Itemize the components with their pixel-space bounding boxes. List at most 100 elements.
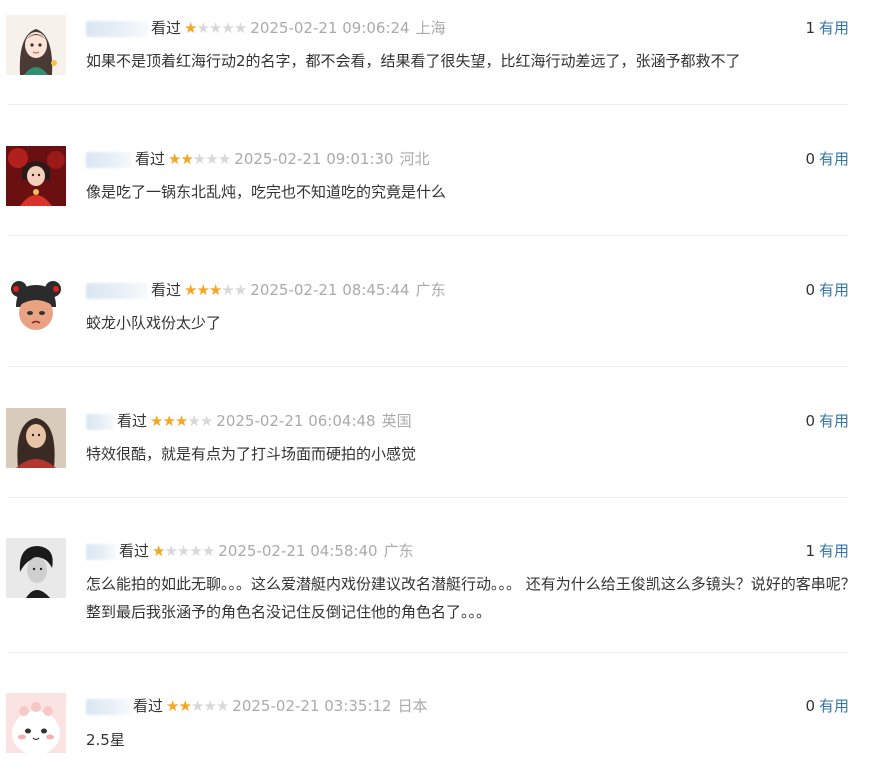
divider — [8, 104, 848, 105]
watched-status: 看过 — [135, 150, 166, 168]
star-empty-icon: ★ — [164, 542, 177, 560]
star-filled-icon: ★ — [152, 542, 165, 560]
useful-count: 1 — [805, 19, 815, 37]
avatar[interactable] — [6, 538, 66, 598]
star-empty-icon: ★ — [221, 281, 234, 299]
review-time: 2025-02-21 09:06:24 — [250, 19, 410, 37]
review-content: 如果不是顶着红海行动2的名字，都不会看，结果看了很失望，比红海行动差远了，张涵予… — [86, 52, 741, 70]
useful-button[interactable]: 有用 — [819, 412, 849, 430]
star-empty-icon: ★ — [217, 150, 231, 168]
star-empty-icon: ★ — [215, 697, 229, 715]
review-time: 2025-02-21 03:35:12 — [232, 697, 392, 715]
useful-button[interactable]: 有用 — [819, 19, 849, 37]
star-filled-icon: ★ — [184, 281, 197, 299]
review-location: 广东 — [383, 542, 414, 560]
star-empty-icon: ★ — [201, 542, 215, 560]
watched-status: 看过 — [133, 697, 164, 715]
watched-status: 看过 — [151, 19, 182, 37]
star-empty-icon: ★ — [190, 697, 204, 715]
star-filled-icon: ★ — [168, 150, 181, 168]
avatar-image — [6, 15, 66, 75]
avatar[interactable] — [6, 277, 66, 337]
review-location: 英国 — [381, 412, 412, 430]
star-filled-icon: ★ — [150, 412, 163, 430]
useful-vote: 0 有用 — [805, 694, 849, 718]
watched-status: 看过 — [117, 412, 148, 430]
useful-button[interactable]: 有用 — [819, 281, 849, 299]
username-blurred[interactable] — [86, 151, 132, 168]
useful-vote: 1 有用 — [805, 539, 849, 563]
review-time: 2025-02-21 08:45:44 — [250, 281, 410, 299]
avatar-image — [6, 538, 66, 598]
useful-count: 0 — [805, 281, 815, 299]
useful-count: 0 — [805, 697, 815, 715]
rating-stars: ★★★★★ — [184, 278, 247, 302]
review-content: 2.5星 — [86, 731, 125, 749]
rating-stars: ★★★★★ — [166, 694, 229, 718]
username-blurred[interactable] — [86, 20, 148, 37]
review-content: 像是吃了一锅东北乱炖，吃完也不知道吃的究竟是什么 — [86, 183, 447, 201]
avatar-image — [6, 146, 66, 206]
review-time: 2025-02-21 09:01:30 — [234, 150, 394, 168]
star-filled-icon: ★ — [184, 19, 197, 37]
review-meta: 看过 ★★★★★ 2025-02-21 09:01:30 河北 — [86, 147, 430, 171]
review-time: 2025-02-21 06:04:48 — [216, 412, 376, 430]
avatar-image — [6, 277, 66, 337]
rating-stars: ★★★★★ — [184, 16, 247, 40]
username-blurred[interactable] — [86, 282, 148, 299]
watched-status: 看过 — [151, 281, 182, 299]
review-meta: 看过 ★★★★★ 2025-02-21 03:35:12 日本 — [86, 694, 428, 718]
rating-stars: ★★★★★ — [152, 539, 215, 563]
username-blurred[interactable] — [86, 698, 130, 715]
star-empty-icon: ★ — [221, 19, 234, 37]
review-meta: 看过 ★★★★★ 2025-02-21 08:45:44 广东 — [86, 278, 446, 302]
useful-vote: 0 有用 — [805, 409, 849, 433]
star-empty-icon: ★ — [233, 281, 247, 299]
review-location: 日本 — [397, 697, 428, 715]
rating-stars: ★★★★★ — [150, 409, 213, 433]
divider — [8, 652, 848, 653]
review-location: 河北 — [399, 150, 430, 168]
star-filled-icon: ★ — [180, 150, 193, 168]
review-location: 上海 — [415, 19, 446, 37]
useful-button[interactable]: 有用 — [819, 150, 849, 168]
username-blurred[interactable] — [86, 543, 116, 560]
useful-vote: 0 有用 — [805, 147, 849, 171]
divider — [8, 366, 848, 367]
username-blurred[interactable] — [86, 413, 114, 430]
star-empty-icon: ★ — [189, 542, 202, 560]
avatar[interactable] — [6, 146, 66, 206]
star-empty-icon: ★ — [205, 150, 218, 168]
star-empty-icon: ★ — [196, 19, 209, 37]
star-filled-icon: ★ — [178, 697, 191, 715]
useful-button[interactable]: 有用 — [819, 542, 849, 560]
review-meta: 看过 ★★★★★ 2025-02-21 09:06:24 上海 — [86, 16, 446, 40]
star-empty-icon: ★ — [192, 150, 206, 168]
review-time: 2025-02-21 04:58:40 — [218, 542, 378, 560]
watched-status: 看过 — [119, 542, 150, 560]
review-list: 看过 ★★★★★ 2025-02-21 09:06:24 上海 1 有用 如果不是顶着红… — [0, 0, 882, 781]
divider — [8, 235, 848, 236]
star-empty-icon: ★ — [199, 412, 213, 430]
star-filled-icon: ★ — [162, 412, 175, 430]
avatar[interactable] — [6, 693, 66, 753]
review-content: 怎么能拍的如此无聊。。。这么爱潜艇内戏份建议改名潜艇行动。。。 还有为什么给王俊… — [86, 575, 856, 621]
star-empty-icon: ★ — [233, 19, 247, 37]
useful-vote: 1 有用 — [805, 16, 849, 40]
useful-count: 0 — [805, 150, 815, 168]
star-filled-icon: ★ — [208, 281, 222, 299]
divider — [8, 497, 848, 498]
star-empty-icon: ★ — [176, 542, 190, 560]
review-location: 广东 — [415, 281, 446, 299]
useful-button[interactable]: 有用 — [819, 697, 849, 715]
useful-vote: 0 有用 — [805, 278, 849, 302]
review-meta: 看过 ★★★★★ 2025-02-21 04:58:40 广东 — [86, 539, 414, 563]
star-filled-icon: ★ — [166, 697, 179, 715]
avatar-image — [6, 408, 66, 468]
useful-count: 1 — [805, 542, 815, 560]
useful-count: 0 — [805, 412, 815, 430]
avatar[interactable] — [6, 15, 66, 75]
avatar[interactable] — [6, 408, 66, 468]
avatar-image — [6, 693, 66, 753]
star-empty-icon: ★ — [187, 412, 200, 430]
